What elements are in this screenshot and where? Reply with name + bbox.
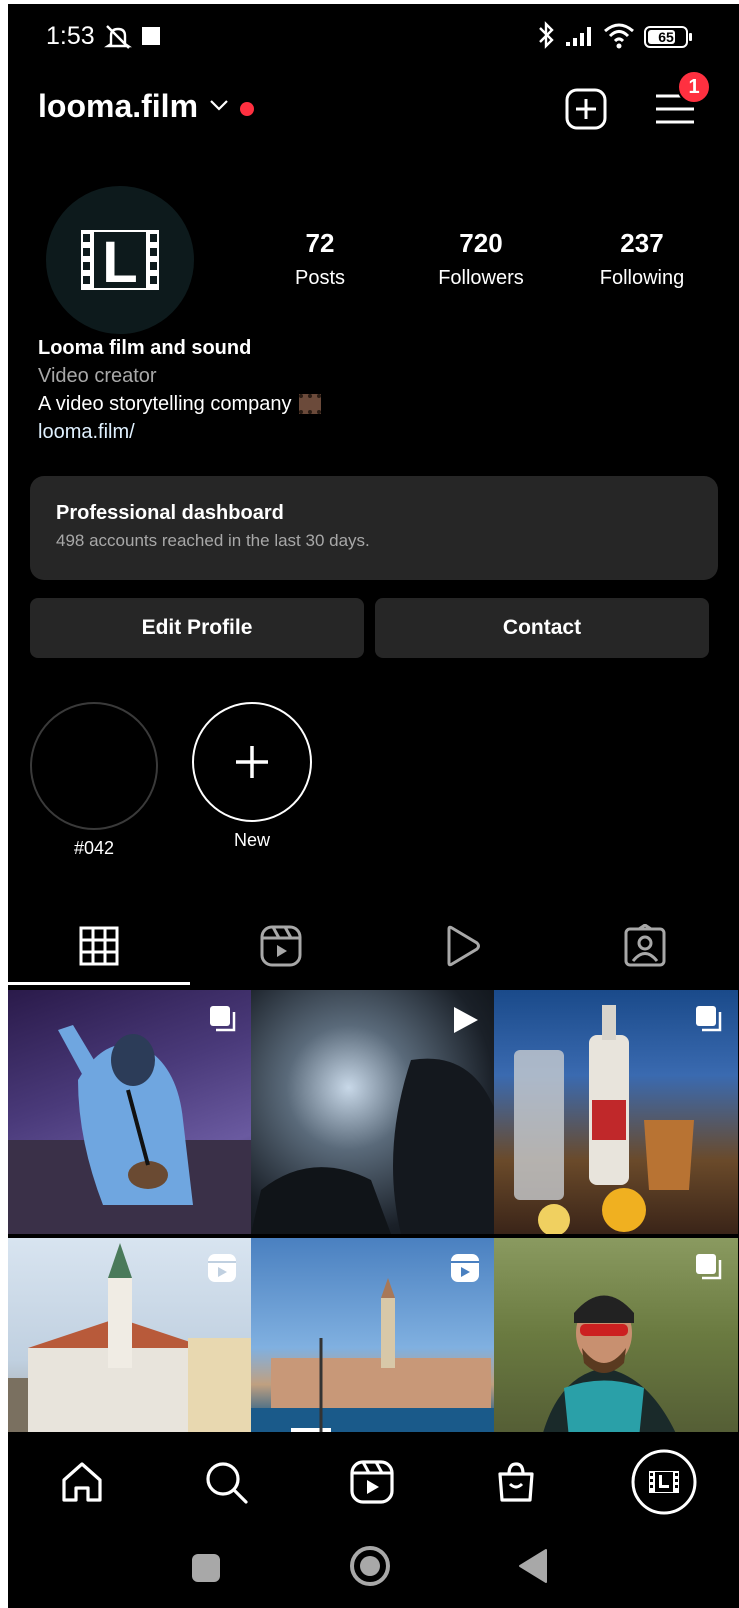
followers-stat[interactable]: 720 Followers (406, 228, 556, 290)
create-post-icon[interactable] (563, 86, 609, 132)
nav-home[interactable] (54, 1454, 110, 1510)
following-label: Following (599, 267, 685, 289)
posts-stat[interactable]: 72 Posts (245, 228, 395, 290)
nav-shop[interactable] (488, 1454, 544, 1510)
profile-link[interactable]: looma.film/ (38, 418, 718, 446)
back-icon[interactable] (516, 1548, 550, 1589)
bottom-navigation (8, 1432, 739, 1528)
profile-icon (631, 1449, 697, 1515)
tab-active-indicator (8, 982, 190, 985)
play-icon (447, 925, 480, 967)
battery-level: 65 (658, 29, 674, 45)
recents-icon[interactable] (190, 1552, 222, 1589)
home-button-icon[interactable] (348, 1544, 392, 1593)
battery-icon: 65 (644, 25, 694, 54)
account-notification-dot (240, 102, 254, 116)
post-thumbnail[interactable] (251, 990, 495, 1234)
profile-category: Video creator (38, 365, 157, 387)
home-icon (62, 1462, 102, 1502)
highlight-new-label: New (233, 830, 270, 850)
carousel-icon (694, 1004, 724, 1039)
notification-badge: 1 (677, 70, 711, 104)
dashboard-title: Professional dashboard (56, 502, 284, 524)
status-bar: 1:53 65 (8, 4, 739, 68)
reels-icon (449, 1252, 481, 1289)
play-icon (449, 1004, 481, 1041)
shop-icon (498, 1462, 534, 1502)
avatar[interactable]: L (46, 186, 194, 334)
highlight-new-circle (192, 702, 312, 822)
bluetooth-icon (536, 20, 556, 55)
profile-display-name: Looma film and sound (38, 337, 252, 359)
contact-button[interactable]: Contact (375, 598, 709, 658)
carousel-icon (208, 1004, 238, 1039)
wifi-icon (602, 20, 636, 55)
tab-videos[interactable] (372, 904, 554, 988)
grid-icon (79, 926, 119, 966)
film-frames-icon (299, 394, 322, 414)
tab-grid[interactable] (8, 904, 190, 988)
notification-square-icon (141, 26, 161, 51)
nav-reels[interactable] (344, 1454, 400, 1510)
svg-text:L: L (102, 230, 137, 290)
highlight-ring (30, 702, 158, 830)
mute-icon (103, 24, 133, 55)
account-username[interactable]: looma.film (38, 88, 198, 125)
followers-count: 720 (459, 228, 503, 258)
system-navigation-bar (8, 1528, 739, 1608)
professional-dashboard[interactable]: Professional dashboard 498 accounts reac… (30, 476, 718, 580)
status-time: 1:53 (46, 22, 95, 50)
search-icon (206, 1462, 248, 1504)
tagged-icon (624, 924, 666, 967)
posts-count: 72 (305, 228, 335, 258)
instagram-profile-screen: 1:53 65 looma.film 1 L 72 Posts 720 Foll… (8, 4, 739, 1608)
film-logo-icon: L (81, 230, 159, 290)
highlight-label: #042 (73, 838, 115, 858)
carousel-icon (694, 1252, 724, 1287)
nav-profile[interactable] (630, 1448, 698, 1516)
profile-description-text: A video storytelling company (38, 393, 292, 415)
chevron-down-icon[interactable] (208, 94, 230, 121)
followers-label: Followers (438, 267, 524, 289)
reels-icon (260, 925, 302, 967)
posts-label: Posts (294, 267, 346, 289)
post-thumbnail[interactable] (494, 990, 738, 1234)
following-count: 237 (620, 228, 664, 258)
new-highlight-button[interactable]: New (192, 702, 312, 851)
post-thumbnail[interactable] (8, 990, 252, 1234)
highlight-042[interactable]: #042 (30, 702, 158, 859)
edit-profile-button[interactable]: Edit Profile (30, 598, 364, 658)
signal-icon (564, 24, 596, 53)
tab-tagged[interactable] (554, 904, 736, 988)
profile-bio: Looma film and sound Video creator A vid… (38, 334, 718, 446)
plus-icon (236, 746, 268, 778)
reels-icon (350, 1460, 394, 1504)
reels-icon (206, 1252, 238, 1289)
nav-search[interactable] (198, 1454, 254, 1510)
dashboard-subtitle: 498 accounts reached in the last 30 days… (56, 531, 370, 550)
following-stat[interactable]: 237 Following (567, 228, 717, 290)
profile-description: A video storytelling company (38, 390, 718, 418)
tab-reels[interactable] (190, 904, 372, 988)
